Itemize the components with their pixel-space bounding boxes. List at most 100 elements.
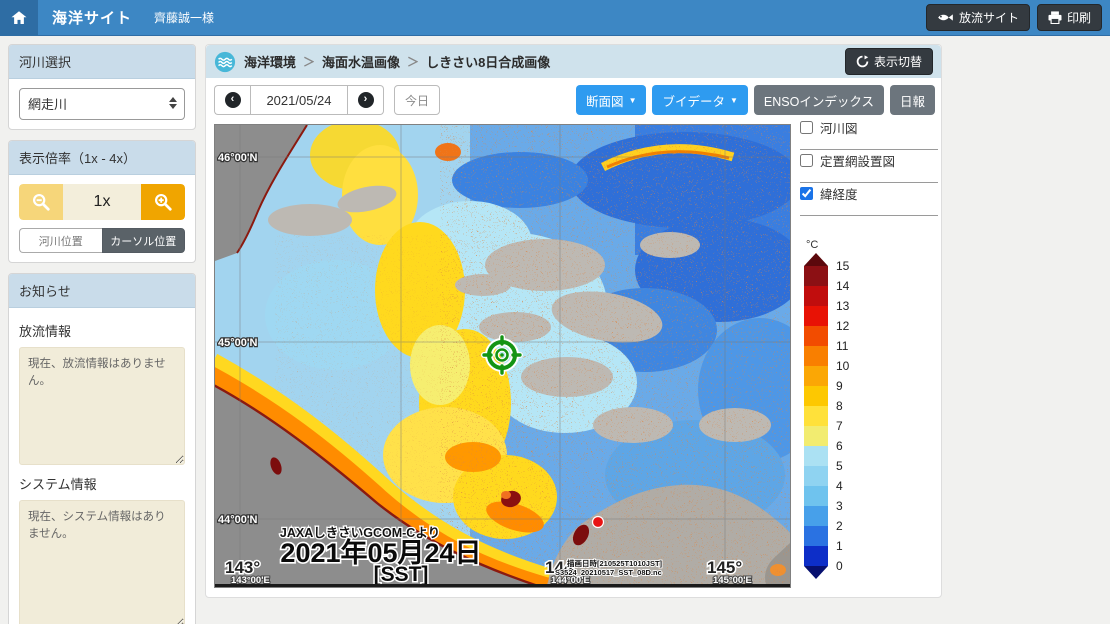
date-input[interactable] (250, 85, 348, 115)
fish-icon (937, 12, 954, 23)
cross-section-dropdown[interactable]: 断面図 ▼ (576, 85, 646, 115)
next-date-button[interactable]: › (348, 85, 384, 115)
breadcrumb-bar: 海洋環境 ＞ 海面水温画像 ＞ しきさい8日合成画像 表示切替 (206, 45, 941, 78)
print-label: 印刷 (1067, 9, 1091, 26)
breadcrumb-item-sst-image: 海面水温画像 (322, 52, 400, 71)
zoom-card: 表示倍率（1x - 4x） 1x (8, 140, 196, 263)
user-name: 齊藤誠一様 (154, 9, 214, 26)
display-toggle-button[interactable]: 表示切替 (845, 48, 933, 75)
main-panel: 海洋環境 ＞ 海面水温画像 ＞ しきさい8日合成画像 表示切替 ‹ › (205, 44, 942, 598)
lat-label-45n: 45°00'N (218, 337, 257, 349)
colorbar-segment (804, 446, 828, 466)
map-product-label: [SST] (374, 563, 429, 586)
colorbar-segment (804, 306, 828, 326)
release-info-label: 放流情報 (19, 321, 185, 340)
chevron-right-icon: › (358, 92, 374, 108)
layer-checkbox[interactable] (800, 154, 813, 167)
colorbar-segment (804, 406, 828, 426)
breadcrumb-separator: ＞ (303, 53, 315, 70)
prev-date-button[interactable]: ‹ (214, 85, 250, 115)
colorbar-tick-label: 10 (836, 359, 849, 373)
lat-label-44n: 44°00'N (218, 514, 257, 526)
display-toggle-label: 表示切替 (874, 53, 922, 70)
colorbar-tick-label: 14 (836, 279, 849, 293)
colorbar-tick-label: 0 (836, 559, 843, 573)
map-bottom-strip (215, 584, 790, 587)
colorbar-segment (804, 346, 828, 366)
colorbar-segment (804, 266, 828, 286)
printer-icon (1048, 11, 1062, 24)
release-info-textarea[interactable]: 現在、放流情報はありません。 (19, 347, 185, 465)
sst-map-image: 46°00'N 45°00'N 44°00'N 143° 144° 145° 1… (215, 125, 790, 587)
layer-row-river-map[interactable]: 河川図 (800, 126, 938, 150)
layer-checkbox[interactable] (800, 187, 813, 200)
colorbar-tick-label: 2 (836, 519, 843, 533)
buoy-data-label: ブイデータ (662, 91, 725, 110)
cursor-position-button[interactable]: カーソル位置 (102, 228, 186, 253)
notice-card: お知らせ 放流情報 現在、放流情報はありません。 システム情報 現在、システム情… (8, 273, 196, 624)
layer-panel: 河川図 定置網設置図 緯経度 (800, 126, 938, 225)
lat-label-46n: 46°00'N (218, 152, 257, 164)
today-button[interactable]: 今日 (394, 85, 440, 115)
breadcrumb-separator: ＞ (407, 53, 419, 70)
map-attribution-line1: 描画日時[210525T1010JST] (567, 558, 663, 568)
colorbar-arrow-up (804, 253, 828, 266)
colorbar-segment (804, 466, 828, 486)
colorbar-tick-label: 12 (836, 319, 849, 333)
refresh-icon (856, 55, 869, 68)
home-button[interactable] (0, 0, 38, 36)
daily-report-button[interactable]: 日報 (890, 85, 935, 115)
app-title: 海洋サイト (52, 7, 132, 28)
colorbar-unit: °C (806, 239, 874, 251)
colorbar-segment (804, 386, 828, 406)
colorbar-tick-label: 15 (836, 259, 849, 273)
colorbar-tick-label: 6 (836, 439, 843, 453)
navbar: 海洋サイト 齊藤誠一様 放流サイト 印刷 (0, 0, 1110, 36)
colorbar-tick-label: 5 (836, 459, 843, 473)
zoom-card-header: 表示倍率（1x - 4x） (9, 141, 195, 175)
colorbar-arrow-down (804, 566, 828, 579)
date-toolbar: ‹ › 今日 断面図 ▼ ブイデータ ▼ ENSOインデックス 日報 (214, 85, 935, 115)
sst-map[interactable]: 46°00'N 45°00'N 44°00'N 143° 144° 145° 1… (214, 124, 791, 588)
colorbar-tick-label: 3 (836, 499, 843, 513)
map-attribution-line2: S3524_20210517_SST_08D.nc (555, 568, 662, 577)
breadcrumb-item-ocean-env: 海洋環境 (244, 52, 296, 71)
breadcrumb: 海洋環境 ＞ 海面水温画像 ＞ しきさい8日合成画像 (244, 52, 550, 71)
colorbar-segment (804, 506, 828, 526)
cross-section-label: 断面図 (586, 91, 624, 110)
colorbar-tick-label: 9 (836, 379, 843, 393)
chevron-down-icon: ▼ (629, 96, 637, 105)
layer-checkbox[interactable] (800, 121, 813, 134)
print-button[interactable]: 印刷 (1037, 4, 1102, 31)
layer-label-set-net: 定置網設置図 (820, 151, 895, 170)
layer-row-graticule[interactable]: 緯経度 (800, 192, 938, 216)
river-select-card: 河川選択 網走川 (8, 44, 196, 130)
colorbar-tick-label: 4 (836, 479, 843, 493)
chevron-left-icon: ‹ (225, 92, 241, 108)
river-select[interactable]: 網走川 (19, 88, 185, 120)
system-info-textarea[interactable]: 現在、システム情報はありません。 (19, 500, 185, 624)
release-site-button[interactable]: 放流サイト (926, 4, 1030, 31)
notice-card-header: お知らせ (9, 274, 195, 308)
ocean-wave-icon (214, 51, 236, 73)
zoom-in-button[interactable] (141, 184, 185, 220)
enso-index-button[interactable]: ENSOインデックス (754, 85, 884, 115)
temperature-colorbar: °C 1514131211109876543210 (804, 239, 874, 579)
colorbar-segment (804, 486, 828, 506)
colorbar-segment (804, 286, 828, 306)
buoy-data-dropdown[interactable]: ブイデータ ▼ (652, 85, 747, 115)
river-position-button[interactable]: 河川位置 (19, 228, 102, 253)
colorbar-segment (804, 546, 828, 566)
system-info-label: システム情報 (19, 474, 185, 493)
zoom-level-value: 1x (63, 184, 141, 220)
zoom-in-icon (153, 192, 173, 212)
colorbar-segment (804, 366, 828, 386)
breadcrumb-item-shikisai-8day: しきさい8日合成画像 (426, 52, 550, 71)
colorbar-tick-label: 7 (836, 419, 843, 433)
layer-row-set-net[interactable]: 定置網設置図 (800, 159, 938, 183)
chevron-down-icon: ▼ (730, 96, 738, 105)
colorbar-tick-label: 1 (836, 539, 843, 553)
zoom-out-button[interactable] (19, 184, 63, 220)
station-dot-marker[interactable] (593, 517, 604, 528)
layer-label-graticule: 緯経度 (820, 184, 858, 203)
